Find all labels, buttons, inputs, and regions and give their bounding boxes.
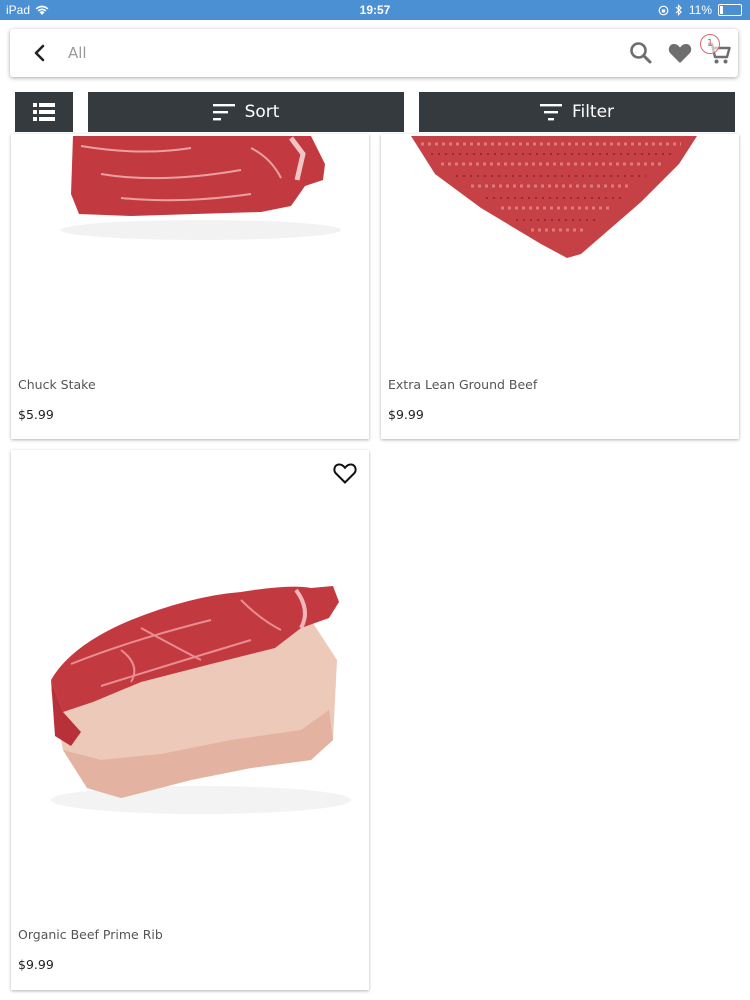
search-input[interactable]: All	[68, 44, 87, 62]
product-image-chuck-steak	[61, 136, 341, 240]
product-price: $9.99	[388, 407, 424, 422]
sort-icon	[212, 104, 235, 121]
product-image-prime-rib	[51, 586, 351, 814]
list-view-button[interactable]	[15, 92, 73, 132]
product-price: $9.99	[18, 957, 54, 972]
search-header: All 1	[10, 29, 738, 77]
product-name: Extra Lean Ground Beef	[388, 377, 538, 392]
battery-percent: 11%	[688, 3, 712, 17]
cart-count-badge: 1	[700, 34, 720, 54]
search-icon[interactable]	[628, 40, 654, 66]
status-bar: iPad 19:57 11%	[0, 0, 750, 20]
orientation-lock-icon	[658, 5, 669, 15]
product-card[interactable]: Extra Lean Ground Beef $9.99	[381, 134, 739, 439]
filter-icon	[539, 104, 562, 121]
list-view-icon	[33, 103, 55, 121]
product-card[interactable]: Organic Beef Prime Rib $9.99	[11, 450, 369, 990]
filter-label: Filter	[571, 102, 615, 122]
back-arrow-icon[interactable]	[28, 41, 52, 65]
product-card[interactable]: Chuck Stake $5.99	[11, 134, 369, 439]
filter-button[interactable]: Filter	[419, 92, 735, 132]
sort-label: Sort	[244, 102, 280, 122]
product-price: $5.99	[18, 407, 54, 422]
product-name: Chuck Stake	[18, 377, 96, 392]
clock: 19:57	[359, 3, 391, 17]
favorites-heart-icon[interactable]	[667, 40, 693, 66]
product-image-ground-beef	[411, 136, 697, 258]
sort-button[interactable]: Sort	[88, 92, 404, 132]
product-name: Organic Beef Prime Rib	[18, 927, 163, 942]
battery-icon	[718, 4, 742, 16]
bluetooth-icon	[675, 4, 682, 16]
